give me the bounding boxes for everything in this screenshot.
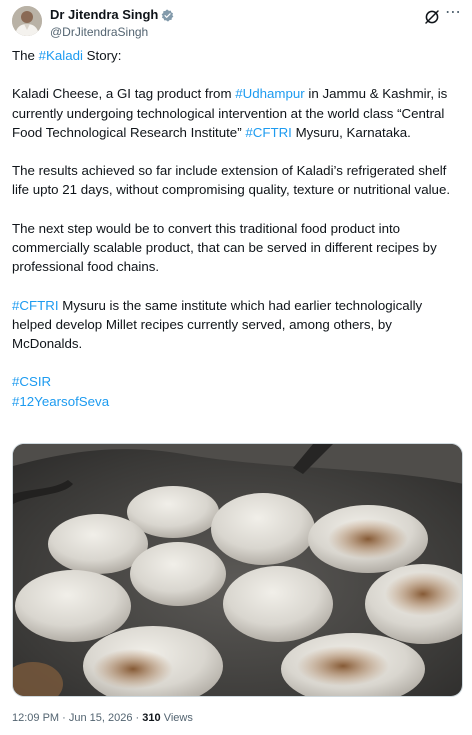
hashtag-cftri[interactable]: #CFTRI xyxy=(245,125,292,140)
tweet-date[interactable]: Jun 15, 2026 xyxy=(69,712,133,724)
views-label: Views xyxy=(160,712,193,724)
avatar[interactable] xyxy=(12,6,42,36)
hashtag-list: #CSIR #12YearsofSeva xyxy=(12,372,462,410)
grok-icon[interactable] xyxy=(424,9,440,25)
separator: · xyxy=(132,712,143,724)
hashtag-kaladi[interactable]: #Kaladi xyxy=(39,48,83,63)
institute-text: Mysuru is the same institute which had e… xyxy=(12,297,423,351)
tweet-meta: 12:09 PM · Jun 15, 2026 · 310 Views xyxy=(12,710,193,726)
tweet: Dr Jitendra Singh @DrJitendraSingh ⋯ The… xyxy=(0,0,472,735)
author-name[interactable]: Dr Jitendra Singh xyxy=(50,7,158,23)
tweet-header: Dr Jitendra Singh @DrJitendraSingh ⋯ xyxy=(12,5,462,40)
paragraph-next-step: The next step would be to convert this t… xyxy=(12,220,437,275)
paragraph-kaladi: Kaladi Cheese, a GI tag product from #Ud… xyxy=(12,84,462,142)
tweet-text: The #Kaladi Story: Kaladi Cheese, a GI t… xyxy=(12,46,462,411)
hashtag-cftri-2[interactable]: #CFTRI xyxy=(12,298,59,313)
author-block: Dr Jitendra Singh @DrJitendraSingh xyxy=(50,7,174,40)
intro-pre: The xyxy=(12,48,39,63)
author-handle[interactable]: @DrJitendraSingh xyxy=(50,24,174,40)
verified-badge-icon xyxy=(162,9,174,21)
kaladi-text-a: Kaladi Cheese, a GI tag product from xyxy=(12,86,236,102)
kaladi-cheese-photo xyxy=(13,444,462,696)
tweet-time[interactable]: 12:09 PM xyxy=(12,712,59,724)
paragraph-intro: The #Kaladi Story: xyxy=(12,46,462,65)
more-options-icon[interactable]: ⋯ xyxy=(444,5,462,24)
views-count: 310 xyxy=(142,712,161,724)
paragraph-results: The results achieved so far include exte… xyxy=(12,163,451,198)
paragraph-institute: #CFTRI Mysuru is the same institute whic… xyxy=(12,296,462,354)
avatar-image xyxy=(12,6,42,36)
hashtag-csir[interactable]: #CSIR xyxy=(12,374,51,389)
hashtag-12yearsofseva[interactable]: #12YearsofSeva xyxy=(12,394,109,409)
tweet-media-image[interactable] xyxy=(12,443,463,697)
intro-post: Story: xyxy=(82,48,122,63)
kaladi-text-c: Mysuru, Karnataka. xyxy=(291,124,411,140)
separator: · xyxy=(59,712,69,724)
hashtag-udhampur[interactable]: #Udhampur xyxy=(235,86,304,101)
